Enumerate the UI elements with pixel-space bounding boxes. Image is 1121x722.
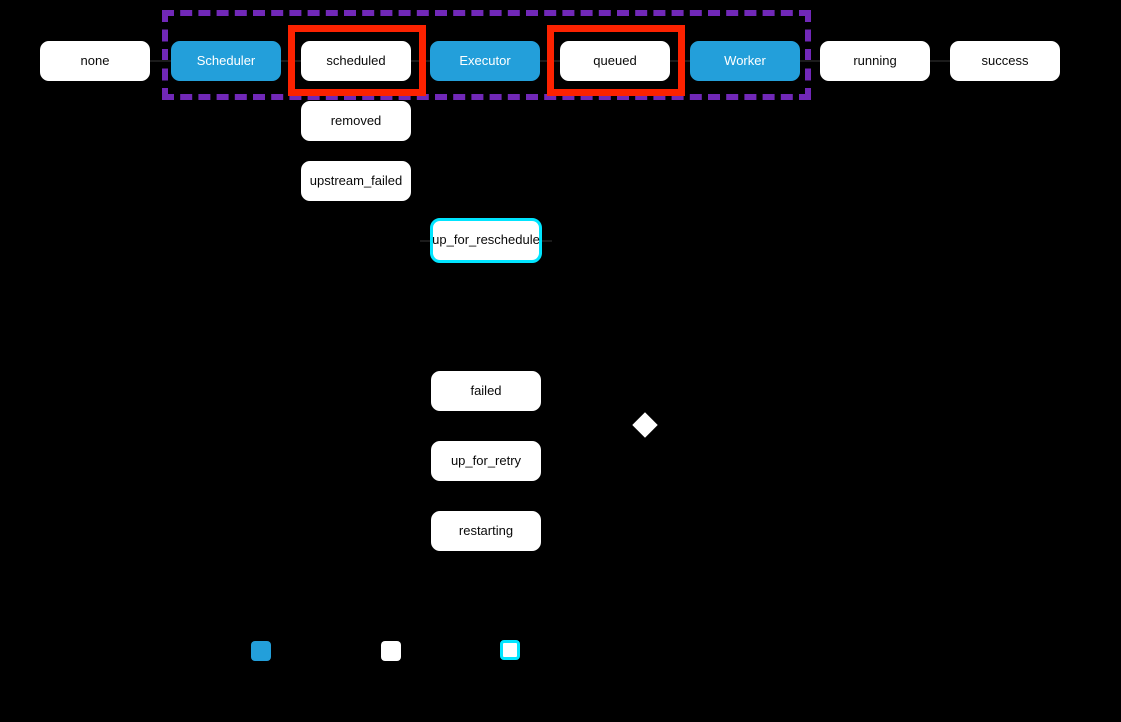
- node-upstream-failed-label: upstream_failed: [309, 172, 403, 188]
- node-none[interactable]: none: [40, 41, 150, 81]
- node-restarting[interactable]: restarting: [431, 511, 541, 551]
- node-up-for-retry[interactable]: up_for_retry: [431, 441, 541, 481]
- state-diagram-canvas: none Scheduler scheduled Executor queued…: [0, 0, 1121, 722]
- connector-running-to-success: [930, 60, 950, 62]
- connector-scheduled-to-executor: [411, 60, 430, 62]
- node-worker[interactable]: Worker: [690, 41, 800, 81]
- node-up-for-reschedule-label: up_for_reschedule: [432, 232, 540, 248]
- node-up-for-retry-label: up_for_retry: [450, 452, 522, 468]
- node-restarting-label: restarting: [458, 522, 514, 538]
- node-scheduled-label: scheduled: [326, 52, 386, 68]
- node-scheduled[interactable]: scheduled: [301, 41, 411, 81]
- connector-reschedule-left-stub: [420, 240, 430, 242]
- node-worker-label: Worker: [724, 52, 766, 68]
- connector-scheduler-to-scheduled: [281, 60, 301, 62]
- connector-worker-to-running: [800, 60, 820, 62]
- node-running-label: running: [853, 52, 897, 68]
- legend-swatch-actor: [251, 641, 271, 661]
- node-up-for-reschedule[interactable]: up_for_reschedule: [430, 218, 542, 263]
- node-failed[interactable]: failed: [431, 371, 541, 411]
- connector-none-to-scheduler: [150, 60, 171, 62]
- node-removed-label: removed: [330, 112, 382, 128]
- node-success-label: success: [981, 52, 1029, 68]
- node-executor[interactable]: Executor: [430, 41, 540, 81]
- node-queued[interactable]: queued: [560, 41, 670, 81]
- connector-reschedule-right-stub: [542, 240, 552, 242]
- diamond-marker: [632, 412, 658, 438]
- node-upstream-failed[interactable]: upstream_failed: [301, 161, 411, 201]
- node-none-label: none: [80, 52, 110, 68]
- node-running[interactable]: running: [820, 41, 930, 81]
- node-removed[interactable]: removed: [301, 101, 411, 141]
- node-failed-label: failed: [470, 382, 502, 398]
- node-executor-label: Executor: [459, 52, 511, 68]
- node-scheduler[interactable]: Scheduler: [171, 41, 281, 81]
- legend-swatch-special: [500, 640, 520, 660]
- connector-executor-to-queued: [540, 60, 560, 62]
- node-queued-label: queued: [593, 52, 637, 68]
- node-success[interactable]: success: [950, 41, 1060, 81]
- legend-swatch-state: [381, 641, 401, 661]
- connector-queued-to-worker: [670, 60, 690, 62]
- node-scheduler-label: Scheduler: [196, 52, 256, 68]
